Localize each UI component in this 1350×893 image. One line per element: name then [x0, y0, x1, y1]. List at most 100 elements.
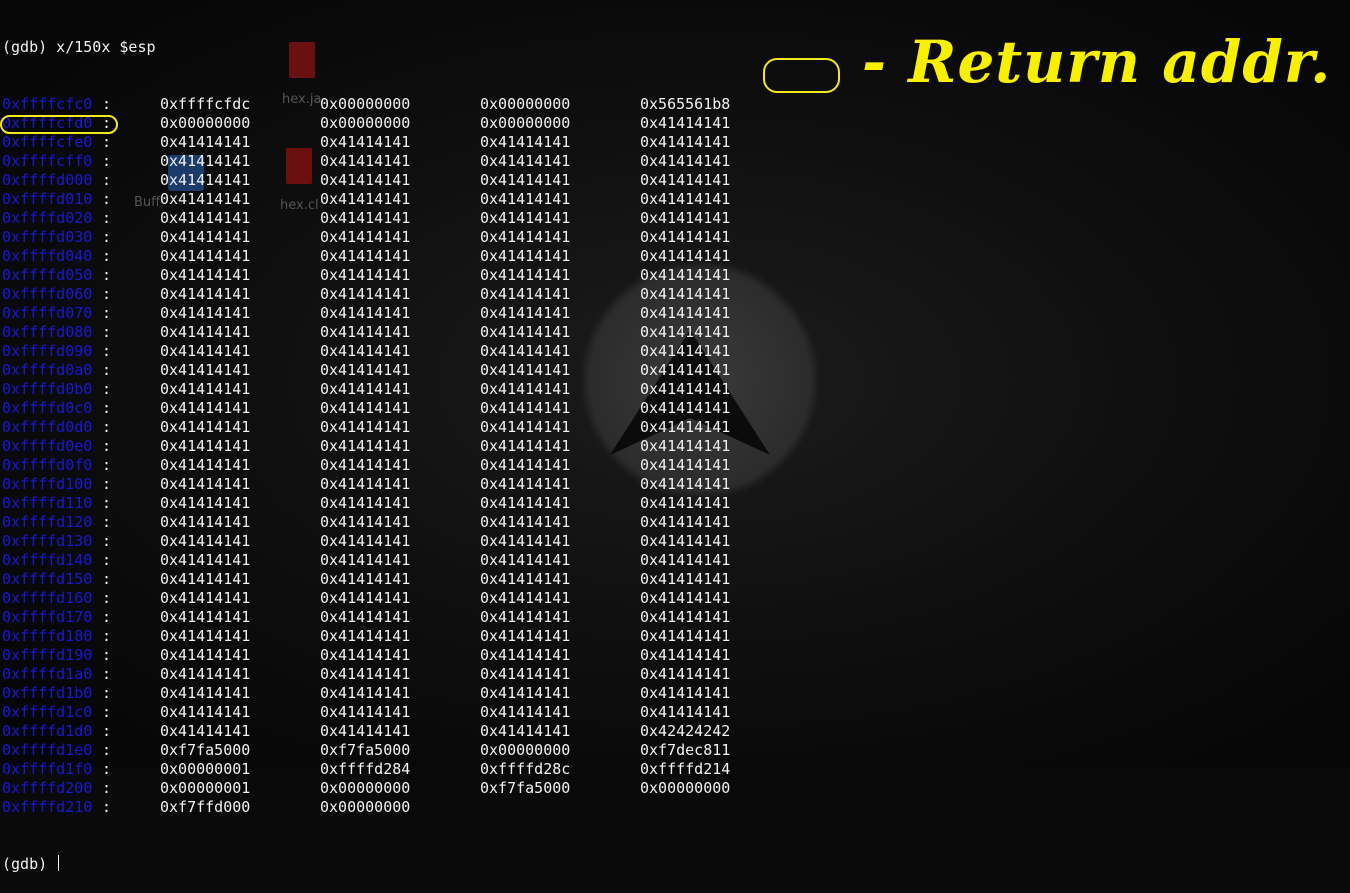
memory-word: 0x41414141 — [160, 190, 251, 208]
memory-row: 0xffffd050: 0x41414141 0x41414141 0x4141414… — [2, 266, 802, 285]
memory-word: 0x41414141 — [160, 133, 251, 151]
memory-address: 0xffffd1e0 — [2, 741, 93, 759]
memory-row: 0xffffd200: 0x00000001 0x00000000 0xf7fa500… — [2, 779, 802, 798]
memory-word: 0x41414141 — [640, 418, 731, 436]
memory-row: 0xffffd1f0: 0x00000001 0xffffd284 0xffffd28… — [2, 760, 802, 779]
memory-word: 0x41414141 — [320, 722, 411, 740]
memory-word: 0x41414141 — [320, 380, 411, 398]
memory-word: 0x41414141 — [320, 399, 411, 417]
memory-row: 0xffffd120: 0x41414141 0x41414141 0x4141414… — [2, 513, 802, 532]
memory-word: 0x41414141 — [320, 532, 411, 550]
memory-word: 0x41414141 — [160, 380, 251, 398]
memory-row: 0xffffd0c0: 0x41414141 0x41414141 0x4141414… — [2, 399, 802, 418]
address-separator: : — [102, 684, 112, 702]
memory-word: 0x41414141 — [320, 646, 411, 664]
address-separator: : — [102, 551, 112, 569]
memory-address: 0xffffd1d0 — [2, 722, 93, 740]
memory-address: 0xffffd210 — [2, 798, 93, 816]
return-address-highlight — [0, 115, 118, 134]
address-separator: : — [102, 190, 112, 208]
memory-word: 0x41414141 — [320, 228, 411, 246]
memory-address: 0xffffcff0 — [2, 152, 93, 170]
memory-word: 0x41414141 — [160, 304, 251, 322]
memory-address: 0xffffd090 — [2, 342, 93, 360]
memory-address: 0xffffd040 — [2, 247, 93, 265]
memory-row: 0xffffd180: 0x41414141 0x41414141 0x4141414… — [2, 627, 802, 646]
address-separator: : — [102, 741, 112, 759]
memory-word: 0x41414141 — [480, 266, 571, 284]
memory-word: 0x41414141 — [480, 399, 571, 417]
gdb-prompt: (gdb) — [2, 855, 57, 873]
memory-word: 0x41414141 — [160, 513, 251, 531]
memory-address: 0xffffcfc0 — [2, 95, 93, 113]
memory-word: 0x41414141 — [480, 589, 571, 607]
memory-word: 0xffffd214 — [640, 760, 731, 778]
memory-row: 0xffffcfd0:0x00000000 0x00000000 0x0000000… — [2, 114, 802, 133]
memory-word: 0x00000000 — [480, 114, 571, 132]
memory-row: 0xffffd090: 0x41414141 0x41414141 0x4141414… — [2, 342, 802, 361]
memory-word: 0x41414141 — [160, 437, 251, 455]
memory-word: 0x41414141 — [160, 684, 251, 702]
memory-address: 0xffffd1c0 — [2, 703, 93, 721]
address-separator: : — [102, 152, 112, 170]
memory-word: 0x41414141 — [320, 266, 411, 284]
memory-row: 0xffffd040: 0x41414141 0x41414141 0x4141414… — [2, 247, 802, 266]
gdb-terminal[interactable]: (gdb) x/150x $esp 0xffffcfc0:0xffffcfdc 0… — [2, 0, 802, 893]
address-separator: : — [102, 703, 112, 721]
memory-word: 0x41414141 — [320, 209, 411, 227]
address-separator: : — [102, 627, 112, 645]
memory-word: 0x41414141 — [160, 266, 251, 284]
address-separator: : — [102, 133, 112, 151]
memory-word: 0x41414141 — [320, 190, 411, 208]
memory-word: 0x00000000 — [160, 114, 251, 132]
memory-address: 0xffffd000 — [2, 171, 93, 189]
memory-row: 0xffffd060: 0x41414141 0x41414141 0x4141414… — [2, 285, 802, 304]
memory-row: 0xffffd110: 0x41414141 0x41414141 0x4141414… — [2, 494, 802, 513]
memory-word: 0x41414141 — [160, 342, 251, 360]
memory-word: 0x41414141 — [640, 665, 731, 683]
address-separator: : — [102, 494, 112, 512]
memory-word: 0x00000000 — [320, 779, 411, 797]
memory-word: 0x41414141 — [320, 437, 411, 455]
memory-row: 0xffffcff0: 0x41414141 0x41414141 0x4141414… — [2, 152, 802, 171]
memory-word: 0x41414141 — [320, 513, 411, 531]
memory-word: 0x00000000 — [320, 798, 411, 816]
memory-word: 0x41414141 — [640, 133, 731, 151]
memory-row: 0xffffd080: 0x41414141 0x41414141 0x4141414… — [2, 323, 802, 342]
memory-word: 0x41414141 — [640, 646, 731, 664]
memory-word: 0x41414141 — [640, 456, 731, 474]
address-separator: : — [102, 209, 112, 227]
address-separator: : — [102, 570, 112, 588]
address-separator: : — [102, 95, 112, 113]
memory-word: 0x41414141 — [160, 722, 251, 740]
memory-word: 0x41414141 — [160, 494, 251, 512]
memory-word: 0x41414141 — [160, 171, 251, 189]
memory-word: 0x41414141 — [640, 342, 731, 360]
memory-word: 0x41414141 — [480, 342, 571, 360]
memory-word: 0x41414141 — [320, 627, 411, 645]
memory-word: 0x41414141 — [320, 494, 411, 512]
memory-address: 0xffffd200 — [2, 779, 93, 797]
memory-word: 0x41414141 — [480, 133, 571, 151]
memory-address: 0xffffd170 — [2, 608, 93, 626]
memory-address: 0xffffd0f0 — [2, 456, 93, 474]
memory-address: 0xffffd0c0 — [2, 399, 93, 417]
memory-word: 0x41414141 — [640, 209, 731, 227]
memory-address: 0xffffd140 — [2, 551, 93, 569]
memory-word: 0x41414141 — [480, 665, 571, 683]
memory-word: 0xf7dec811 — [640, 741, 731, 759]
address-separator: : — [102, 798, 112, 816]
memory-word: 0x41414141 — [160, 665, 251, 683]
memory-row: 0xffffd160: 0x41414141 0x41414141 0x4141414… — [2, 589, 802, 608]
address-separator: : — [102, 266, 112, 284]
memory-word: 0x41414141 — [160, 456, 251, 474]
address-separator: : — [102, 475, 112, 493]
memory-word: 0x41414141 — [640, 266, 731, 284]
address-separator: : — [102, 171, 112, 189]
memory-word: 0x41414141 — [320, 247, 411, 265]
memory-word: 0x41414141 — [480, 456, 571, 474]
memory-dump: 0xffffcfc0:0xffffcfdc 0x00000000 0x0000000… — [2, 95, 802, 817]
memory-row: 0xffffd0e0: 0x41414141 0x41414141 0x4141414… — [2, 437, 802, 456]
prompt-line[interactable]: (gdb) — [2, 855, 802, 874]
memory-word: 0x41414141 — [320, 665, 411, 683]
